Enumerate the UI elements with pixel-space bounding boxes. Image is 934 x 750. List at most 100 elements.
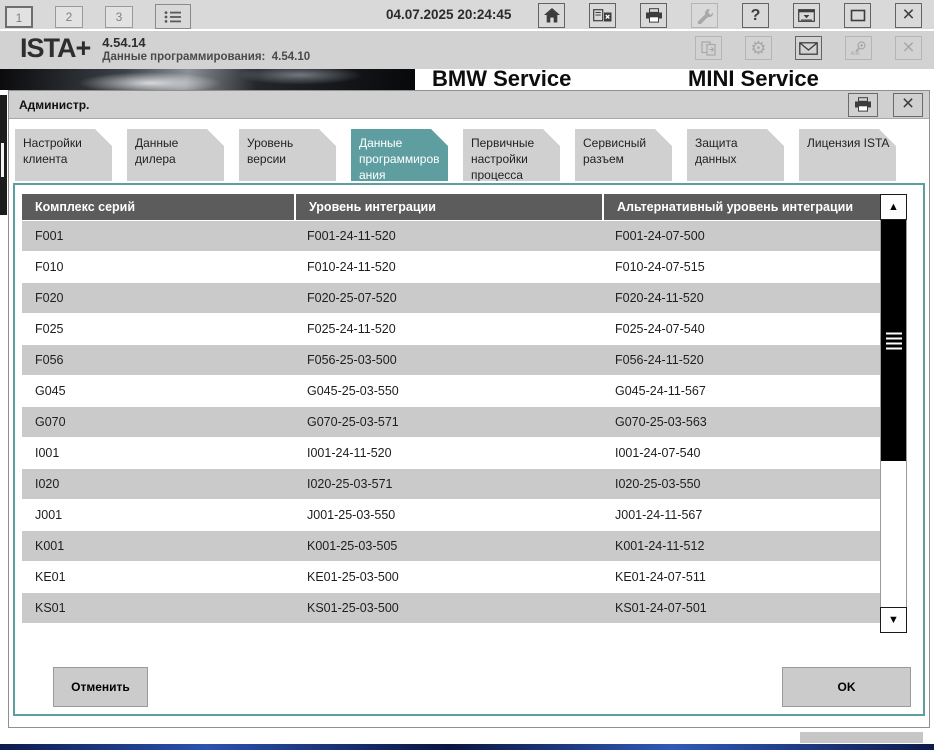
table-row[interactable]: F001 F001-24-11-520 F001-24-07-500 [22, 221, 887, 251]
wrench-icon [697, 8, 713, 24]
cell: I020-25-03-550 [615, 477, 701, 491]
arrow-up-icon: ▲ [888, 201, 899, 213]
tab-version-level[interactable]: Уровень версии [239, 129, 336, 181]
brand-row: BMW Service MINI Service [0, 66, 934, 91]
admin-dialog: Администр. × Настройки клиента Данные ди… [8, 90, 930, 728]
ok-button[interactable]: OK [782, 667, 911, 707]
table-row[interactable]: I001 I001-24-11-520 I001-24-07-540 [22, 437, 887, 468]
maximize-icon [850, 9, 866, 22]
cell: K001-24-11-512 [615, 539, 705, 553]
cell: KS01-25-03-500 [307, 601, 399, 615]
mail-button[interactable] [795, 36, 822, 60]
tab-content-panel: Комплекс серий Уровень интеграции Альтерна… [13, 183, 925, 716]
cell: J001-25-03-550 [307, 507, 396, 522]
tab-programming-data[interactable]: Данные программирования [351, 129, 448, 181]
page-button-2[interactable]: 2 [55, 5, 83, 28]
dialog-titlebar: Администр. × [9, 91, 929, 119]
cell: KS01 [35, 601, 66, 615]
cancel-button[interactable]: Отменить [53, 667, 148, 707]
cell: F056-25-03-500 [307, 353, 397, 367]
brand-bmw-service: BMW Service [432, 66, 572, 91]
cell: F001-24-11-520 [307, 229, 396, 243]
cell: KE01 [35, 569, 66, 584]
home-button[interactable] [538, 3, 565, 28]
gear-icon: ⚙ [750, 38, 767, 58]
brand-mini-service: MINI Service [688, 66, 819, 91]
close-session-button[interactable]: × [895, 36, 922, 60]
tab-data-protection[interactable]: Защита данных [687, 129, 784, 181]
cell: I020 [35, 477, 60, 491]
table-row[interactable]: F056 F056-25-03-500 F056-24-11-520 [22, 345, 887, 375]
ista-app-window: 1 2 3 04.07.2025 20:24:45 ? × ISTA+ 4.54… [0, 0, 934, 750]
table-row[interactable]: K001 K001-25-03-505 K001-24-11-512 [22, 531, 887, 561]
scroll-up-button[interactable]: ▲ [880, 194, 907, 220]
app-name: ISTA+ [20, 33, 91, 63]
close-icon: × [901, 92, 915, 115]
bottom-strip [0, 744, 934, 750]
scrollbar-thumb[interactable] [881, 220, 906, 461]
tab-dealer-data[interactable]: Данные дилера [127, 129, 224, 181]
home-icon [543, 8, 561, 23]
cell: KE01-24-07-511 [615, 569, 706, 584]
connection-manager-icon [593, 8, 612, 23]
cell: J001 [35, 507, 63, 522]
table-row[interactable]: G070 G070-25-03-571 G070-25-03-563 [22, 407, 887, 437]
tab-initial-process-settings[interactable]: Первичные настройки процесса [463, 129, 560, 181]
air-button[interactable]: AIR [845, 36, 872, 60]
printer-icon [854, 97, 872, 112]
table-row[interactable]: J001 J001-25-03-550 J001-24-11-567 [22, 499, 887, 530]
settings-button[interactable]: ⚙ [745, 36, 772, 60]
tab-service-socket[interactable]: Сервисный разъем [575, 129, 672, 181]
close-icon: × [902, 3, 915, 26]
dialog-close-button[interactable]: × [893, 92, 923, 117]
programming-data-version: Данные программирования: 4.54.10 [102, 51, 311, 63]
panel-down-icon [798, 9, 815, 22]
cell: F056-24-11-520 [615, 353, 704, 367]
main-toolbar: 1 2 3 04.07.2025 20:24:45 ? × [0, 0, 934, 31]
tab-customer-settings[interactable]: Настройки клиента [15, 129, 112, 181]
cell: F025-24-07-540 [615, 321, 705, 336]
table-row[interactable]: F025 F025-24-11-520 F025-24-07-540 [22, 313, 887, 344]
printer-icon [645, 8, 663, 23]
svg-text:AIR: AIR [850, 51, 859, 56]
hide-panel-button[interactable] [793, 3, 820, 28]
cell: I001-24-07-540 [615, 445, 701, 460]
cell: F010-24-11-520 [307, 259, 396, 274]
table-row[interactable]: KE01 KE01-25-03-500 KE01-24-07-511 [22, 561, 887, 592]
page-button-3[interactable]: 3 [105, 5, 133, 28]
operations-list-button[interactable] [155, 4, 191, 29]
scrollbar-track[interactable] [880, 220, 907, 607]
page-nav: 1 2 3 [5, 4, 191, 29]
table-row[interactable]: F010 F010-24-11-520 F010-24-07-515 [22, 251, 887, 282]
copy-report-button[interactable] [695, 36, 722, 60]
table-row[interactable]: KS01 KS01-25-03-500 KS01-24-07-501 [22, 593, 887, 623]
table-row[interactable]: G045 G045-25-03-550 G045-24-11-567 [22, 375, 887, 406]
table-row[interactable]: I020 I020-25-03-571 I020-25-03-550 [22, 469, 887, 499]
dialog-tabs: Настройки клиента Данные дилера Уровень ве… [15, 129, 896, 181]
cell: F020-25-07-520 [307, 291, 397, 305]
maximize-button[interactable] [844, 3, 871, 28]
table-body: F001 F001-24-11-520 F001-24-07-500 F010 F010… [22, 221, 887, 623]
close-app-button[interactable]: × [895, 3, 922, 28]
connection-manager-button[interactable] [589, 3, 616, 28]
cell: F056 [35, 353, 64, 367]
tab-ista-license[interactable]: Лицензия ISTA [799, 129, 896, 181]
documents-copy-icon [700, 40, 717, 56]
table-scrollbar: ▲ ▼ [880, 194, 907, 633]
air-magnifier-icon: AIR [850, 40, 868, 56]
workshop-tools-button[interactable] [691, 3, 718, 28]
cell: KS01-24-07-501 [615, 601, 707, 615]
table-row[interactable]: F020 F020-25-07-520 F020-24-11-520 [22, 283, 887, 313]
cell: G070-25-03-571 [307, 415, 399, 429]
cell: K001-25-03-505 [307, 539, 398, 553]
cell: F010-24-07-515 [615, 259, 705, 274]
secondary-toolbar-icons: ⚙ AIR × [695, 36, 922, 60]
scroll-down-button[interactable]: ▼ [880, 607, 907, 633]
cell: K001 [35, 539, 65, 553]
list-icon [163, 10, 183, 24]
page-button-1[interactable]: 1 [5, 5, 33, 28]
dialog-print-button[interactable] [848, 92, 878, 117]
column-header-1: Комплекс серий [22, 194, 294, 220]
print-button[interactable] [640, 3, 667, 28]
help-button[interactable]: ? [742, 3, 769, 28]
